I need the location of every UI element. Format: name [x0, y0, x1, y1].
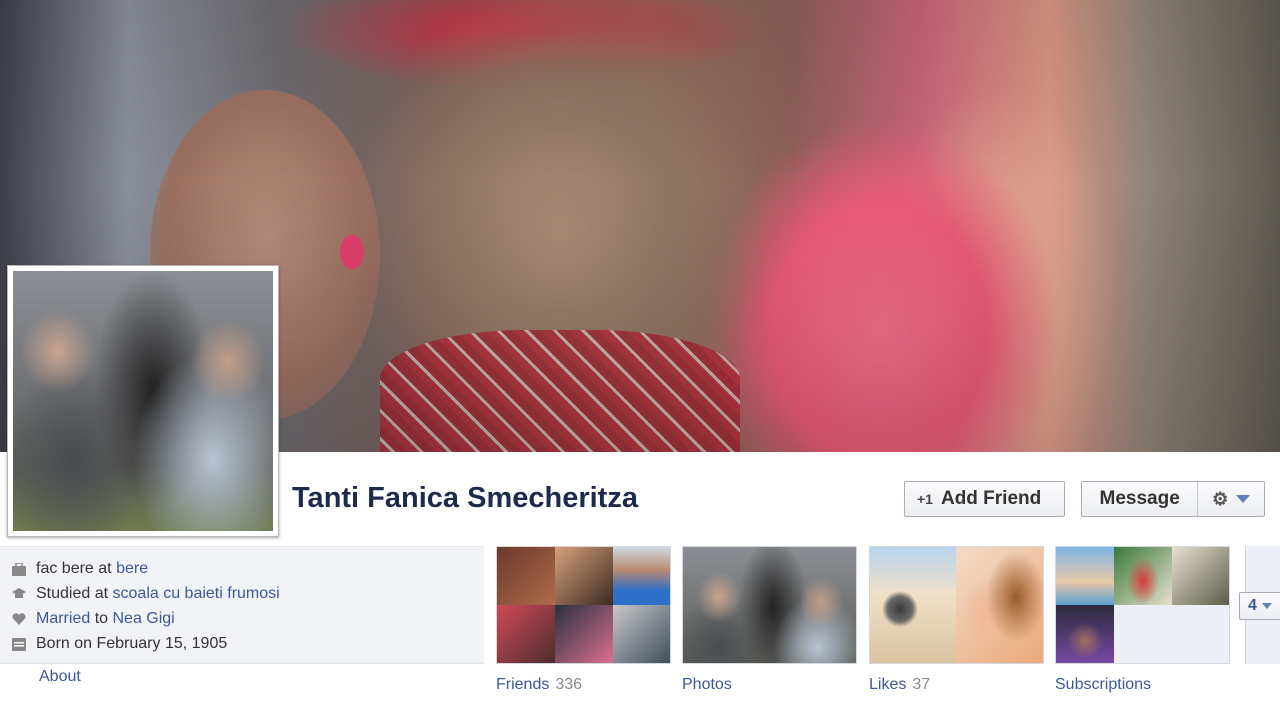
briefcase-icon — [12, 562, 26, 576]
subscription-thumb — [1114, 547, 1172, 605]
gear-icon: ⚙ — [1212, 489, 1229, 509]
friend-thumb — [613, 605, 670, 663]
info-birthday: Born on February 15, 1905 — [12, 632, 227, 656]
message-button[interactable]: Message — [1082, 482, 1199, 516]
profile-name: Tanti Fanica Smecheritza — [292, 482, 638, 514]
chevron-down-icon — [1236, 495, 1251, 503]
subscriptions-label[interactable]: Subscriptions — [1055, 676, 1151, 694]
subscriptions-tile[interactable] — [1055, 546, 1230, 664]
friend-thumb — [497, 605, 555, 663]
friends-label: Friends — [496, 676, 550, 693]
graduation-icon — [12, 587, 26, 601]
info-work-prefix: fac bere at — [36, 560, 112, 577]
info-born-text: Born on February 15, 1905 — [36, 635, 228, 652]
message-button-group: Message ⚙ — [1081, 481, 1265, 517]
add-friend-button[interactable]: +1 Add Friend — [904, 481, 1065, 517]
info-study-link[interactable]: scoala cu baieti frumosi — [113, 582, 280, 606]
like-thumb — [870, 547, 956, 663]
photos-tile[interactable] — [682, 546, 857, 664]
settings-dropdown-button[interactable]: ⚙ — [1198, 482, 1264, 516]
friends-count: 336 — [555, 676, 583, 693]
add-friend-label: Add Friend — [940, 488, 1042, 509]
subscription-thumb — [1056, 547, 1114, 605]
friend-thumb — [555, 547, 613, 605]
friends-label-group[interactable]: Friends 336 — [496, 676, 582, 694]
info-married-to: to — [94, 610, 109, 627]
subscription-thumb — [1056, 605, 1114, 663]
photo-thumb — [683, 547, 856, 663]
info-study-prefix: Studied at — [36, 585, 109, 602]
likes-tile[interactable] — [869, 546, 1044, 664]
like-thumb — [956, 547, 1043, 663]
info-relationship: Married to Nea Gigi — [12, 607, 175, 631]
photos-label[interactable]: Photos — [682, 676, 732, 694]
friend-thumb — [497, 547, 555, 605]
more-tiles-count: 4 — [1248, 597, 1257, 614]
more-tiles-button[interactable]: 4 — [1239, 592, 1280, 620]
likes-label-group[interactable]: Likes 37 — [869, 676, 930, 694]
info-married-link[interactable]: Married — [36, 607, 90, 631]
heart-icon — [12, 612, 26, 626]
likes-label: Likes — [869, 676, 907, 693]
friend-thumb — [613, 547, 670, 605]
info-study: Studied at scoala cu baieti frumosi — [12, 582, 280, 606]
subscription-thumb — [1172, 547, 1229, 605]
calendar-icon — [12, 637, 26, 651]
profile-picture-image — [13, 271, 273, 531]
about-link[interactable]: About — [39, 668, 81, 686]
info-spouse-link[interactable]: Nea Gigi — [112, 607, 174, 631]
profile-picture[interactable] — [7, 265, 279, 537]
info-work-link[interactable]: bere — [116, 557, 148, 581]
info-work: fac bere at bere — [12, 557, 148, 581]
add-friend-icon: +1 — [917, 491, 933, 507]
friend-thumb — [555, 605, 613, 663]
chevron-down-icon — [1261, 603, 1272, 609]
likes-count: 37 — [912, 676, 931, 693]
friends-tile[interactable] — [496, 546, 671, 664]
